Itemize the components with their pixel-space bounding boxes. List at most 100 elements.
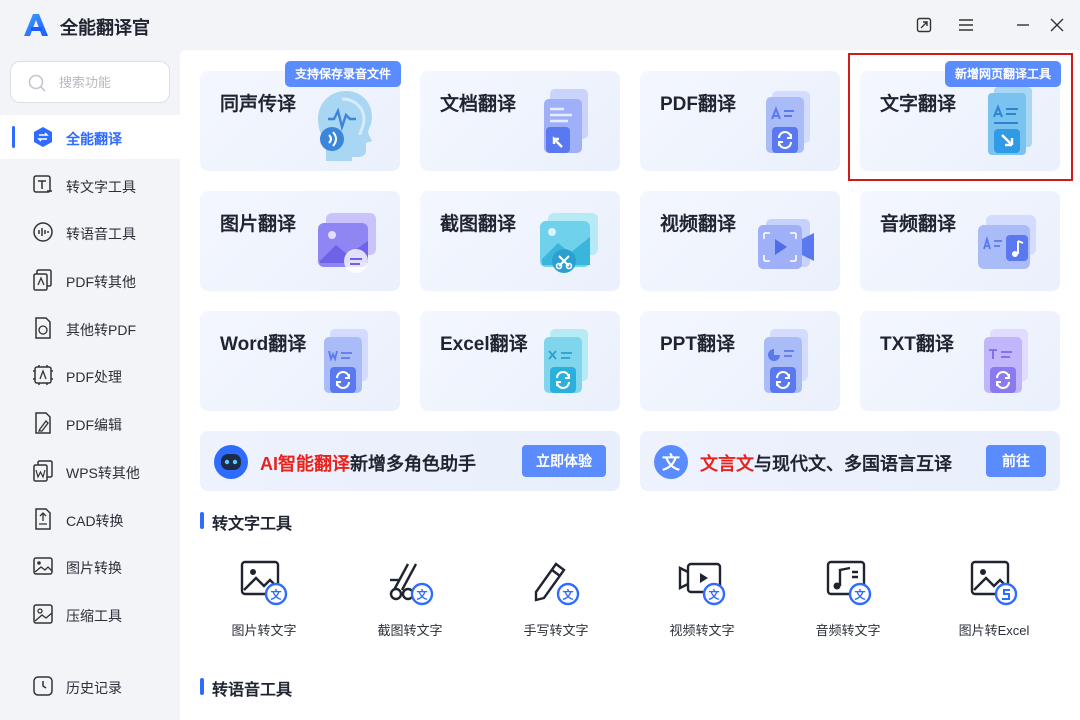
banner-description: 新增多角色助手 <box>350 454 476 474</box>
app-title: 全能翻译官 <box>60 18 150 38</box>
card-simultaneous-interpretation[interactable]: 同声传译 支持保存录音文件 <box>200 61 402 171</box>
pin-icon <box>916 17 932 33</box>
word-icon <box>324 329 368 393</box>
image-to-text-icon: 文 <box>240 560 288 606</box>
sidebar-item-pdf-process[interactable]: PDF处理 <box>0 353 180 397</box>
highlight-box <box>848 53 1073 181</box>
tool-label: 图片转文字 <box>231 623 297 638</box>
main-content: 同声传译 支持保存录音文件 文档翻译 PDF翻译 文字翻译 新增网页翻译工具 图… <box>180 50 1080 720</box>
screenshot-icon <box>540 213 598 273</box>
sidebar-item-label: 全能翻译 <box>66 131 122 147</box>
card-title: PDF翻译 <box>660 94 737 115</box>
card-badge: 支持保存录音文件 <box>285 61 402 87</box>
banner-ai-translate[interactable]: AI智能翻译新增多角色助手 立即体验 <box>200 431 620 491</box>
audio-icon <box>978 215 1036 269</box>
svg-text:文: 文 <box>709 588 721 602</box>
card-document-translate[interactable]: 文档翻译 <box>420 71 620 171</box>
tool-label: 视频转文字 <box>669 623 735 638</box>
search-icon <box>28 74 46 92</box>
sidebar-item-translate[interactable]: 全能翻译 <box>0 115 180 159</box>
sidebar-item-voice-tools[interactable]: 转语音工具 <box>0 210 180 254</box>
go-button[interactable]: 前往 <box>986 445 1046 477</box>
pdf-edit-icon <box>35 412 51 434</box>
search-input[interactable] <box>59 72 159 92</box>
sidebar-item-text-tools[interactable]: 转文字工具 <box>0 163 180 207</box>
card-title: TXT翻译 <box>880 334 954 355</box>
card-pdf-translate[interactable]: PDF翻译 <box>640 71 840 171</box>
sidebar-item-label: 其他转PDF <box>66 322 136 338</box>
handwriting-to-text-icon: 文 <box>534 562 580 606</box>
image-convert-icon <box>33 557 53 575</box>
history-icon <box>33 676 53 696</box>
sidebar: 全能翻译 转文字工具 转语音工具 PDF转其他 其他转PDF PDF处理 PDF… <box>0 50 180 720</box>
sidebar-item-pdf-edit[interactable]: PDF编辑 <box>0 401 180 445</box>
screenshot-to-text-icon: 文 <box>389 563 434 606</box>
card-title: 截图翻译 <box>440 214 517 235</box>
txt-icon <box>984 329 1028 393</box>
section-title-voice-tools: 转语音工具 <box>200 676 292 700</box>
voice-tool-icon <box>33 222 53 242</box>
sidebar-item-label: 压缩工具 <box>66 608 122 624</box>
banner-classical-chinese[interactable]: 文 文言文与现代文、多国语言互译 前往 <box>640 431 1060 491</box>
tool-screenshot-to-text[interactable]: 文 截图转文字 <box>340 558 480 648</box>
tool-handwriting-to-text[interactable]: 文 手写转文字 <box>486 558 626 648</box>
banner-description: 与现代文、多国语言互译 <box>754 454 952 474</box>
menu-icon <box>959 19 973 31</box>
sidebar-item-pdf-export[interactable]: PDF转其他 <box>0 258 180 302</box>
close-button[interactable] <box>1046 14 1068 36</box>
pdf-process-icon <box>33 365 53 385</box>
translate-icon <box>34 127 52 147</box>
sidebar-item-compress[interactable]: 压缩工具 <box>0 592 180 636</box>
sidebar-item-wps-convert[interactable]: WPS转其他 <box>0 449 180 493</box>
minimize-button[interactable] <box>1012 14 1034 36</box>
card-ppt-translate[interactable]: PPT翻译 <box>640 311 840 411</box>
tool-video-to-text[interactable]: 文 视频转文字 <box>632 558 772 648</box>
sidebar-item-label: WPS转其他 <box>66 465 140 481</box>
sidebar-item-history[interactable]: 历史记录 <box>0 664 180 708</box>
card-title: 音频翻译 <box>880 214 957 235</box>
sidebar-item-label: PDF编辑 <box>66 417 122 433</box>
sidebar-item-label: 历史记录 <box>66 680 122 696</box>
card-image-translate[interactable]: 图片翻译 <box>200 191 400 291</box>
card-excel-translate[interactable]: Excel翻译 <box>420 311 620 411</box>
card-title: Excel翻译 <box>440 334 528 355</box>
search-box[interactable] <box>10 61 170 103</box>
card-txt-translate[interactable]: TXT翻译 <box>860 311 1060 411</box>
sidebar-item-pdf-import[interactable]: 其他转PDF <box>0 306 180 350</box>
sidebar-item-image-convert[interactable]: 图片转换 <box>0 544 180 588</box>
tool-image-to-excel[interactable]: 图片转Excel <box>924 558 1064 648</box>
wps-convert-icon <box>33 460 53 482</box>
svg-text:文: 文 <box>563 588 575 602</box>
sidebar-item-label: 转语音工具 <box>66 226 136 242</box>
sidebar-item-label: CAD转换 <box>66 513 124 529</box>
pdf-import-icon <box>35 317 51 339</box>
try-now-button[interactable]: 立即体验 <box>522 445 606 477</box>
card-video-translate[interactable]: 视频翻译 <box>640 191 840 291</box>
head-voice-icon <box>318 91 372 161</box>
section-title-text-tools: 转文字工具 <box>200 510 292 534</box>
tool-image-to-text[interactable]: 文 图片转文字 <box>194 558 334 648</box>
svg-text:文: 文 <box>855 588 867 602</box>
sidebar-item-cad-convert[interactable]: CAD转换 <box>0 497 180 541</box>
video-to-text-icon: 文 <box>678 562 726 606</box>
card-title: 图片翻译 <box>220 214 297 235</box>
image-icon <box>318 213 376 273</box>
compress-icon <box>33 604 53 624</box>
menu-button[interactable] <box>955 14 977 36</box>
image-to-excel-icon <box>970 560 1018 606</box>
card-audio-translate[interactable]: 音频翻译 <box>860 191 1060 291</box>
card-word-translate[interactable]: Word翻译 <box>200 311 400 411</box>
pdf-export-icon <box>33 269 52 291</box>
card-screenshot-translate[interactable]: 截图翻译 <box>420 191 620 291</box>
banner-highlight: AI智能翻译 <box>260 454 350 474</box>
banner-text: AI智能翻译新增多角色助手 <box>260 450 476 476</box>
pdf-translate-icon <box>766 91 810 153</box>
ppt-icon <box>764 329 808 393</box>
pin-window-button[interactable] <box>913 14 935 36</box>
svg-text:文: 文 <box>417 588 429 602</box>
tool-label: 音频转文字 <box>815 623 881 638</box>
tool-label: 截图转文字 <box>377 623 443 638</box>
banner-text: 文言文与现代文、多国语言互译 <box>700 450 952 476</box>
text-tool-icon <box>33 175 52 193</box>
tool-audio-to-text[interactable]: 文 音频转文字 <box>778 558 918 648</box>
